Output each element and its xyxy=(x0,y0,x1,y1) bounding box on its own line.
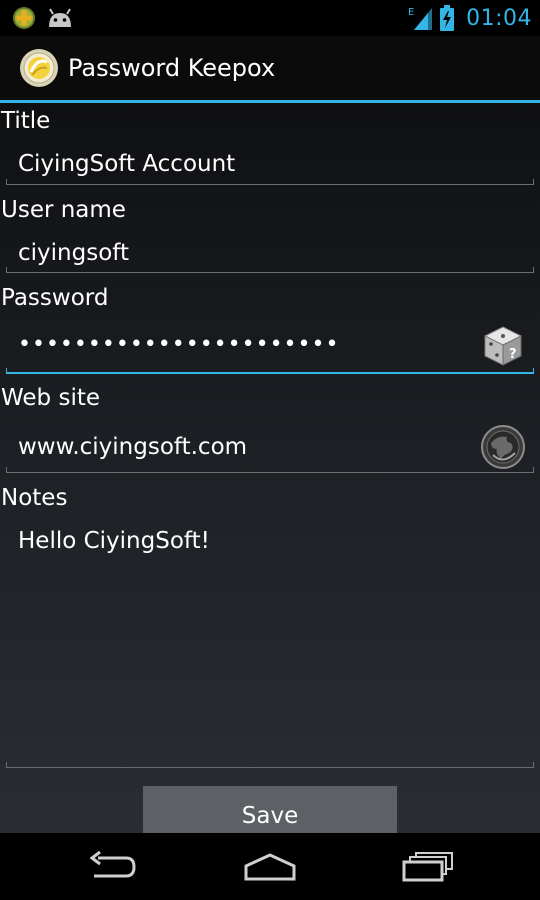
title-label: Title xyxy=(1,108,51,134)
title-input-underline xyxy=(6,179,534,185)
app-logo-icon[interactable] xyxy=(19,48,59,88)
save-button[interactable]: Save xyxy=(143,786,397,836)
title-input[interactable]: CiyingSoft Account xyxy=(18,147,235,181)
network-type-label: E xyxy=(408,7,414,18)
password-input[interactable]: ••••••••••••••••••••••• xyxy=(18,328,339,362)
username-input[interactable]: ciyingsoft xyxy=(18,236,129,270)
app-title: Password Keepox xyxy=(68,54,276,82)
back-icon xyxy=(89,850,136,877)
navigation-bar xyxy=(0,833,540,900)
password-input-underline xyxy=(6,368,534,374)
open-website-globe-icon[interactable] xyxy=(481,425,525,469)
action-bar: Password Keepox xyxy=(0,36,540,100)
status-clock: 01:04 xyxy=(466,5,532,31)
recent-apps-button[interactable] xyxy=(383,833,473,900)
username-label: User name xyxy=(1,197,126,223)
plus-notification-icon xyxy=(13,7,35,29)
generate-password-dice-icon[interactable]: ? xyxy=(481,324,525,368)
website-label: Web site xyxy=(1,385,100,411)
website-input[interactable]: www.ciyingsoft.com xyxy=(18,430,247,464)
signal-icon: E xyxy=(408,7,433,30)
battery-charging-icon xyxy=(440,5,455,31)
home-button[interactable] xyxy=(225,833,315,900)
notification-icons xyxy=(12,6,74,30)
entry-form: Title CiyingSoft Account User name ciyin… xyxy=(0,103,540,836)
notes-input-underline xyxy=(6,762,534,768)
password-label: Password xyxy=(1,285,109,311)
recent-apps-icon xyxy=(402,851,453,881)
notes-input[interactable]: Hello CiyingSoft! xyxy=(18,524,210,558)
notes-label: Notes xyxy=(1,485,68,511)
android-icon xyxy=(49,8,71,27)
home-icon xyxy=(244,852,296,880)
website-input-underline xyxy=(6,467,534,473)
back-button[interactable] xyxy=(67,833,157,900)
status-indicators: E 01:04 xyxy=(408,0,532,36)
status-bar: E 01:04 xyxy=(0,0,540,36)
screen: E 01:04 Password Keepox Title CiyingSoft… xyxy=(0,0,540,900)
username-input-underline xyxy=(6,267,534,273)
svg-text:?: ? xyxy=(509,347,517,362)
